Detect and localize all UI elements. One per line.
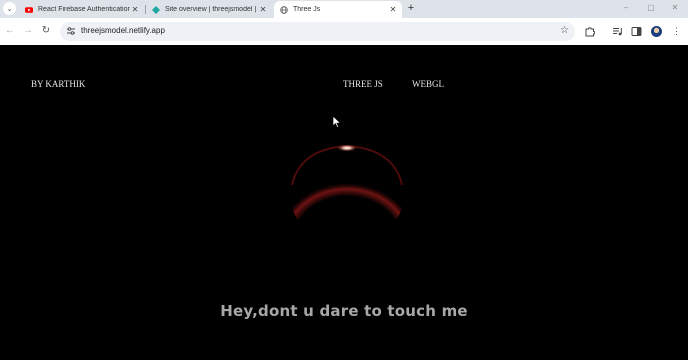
close-tab-icon[interactable]: ✕ <box>130 5 140 14</box>
extensions-icon[interactable] <box>584 26 595 37</box>
tab-react-firebase[interactable]: React Firebase Authentication ✕ <box>19 1 144 18</box>
tab-title: Site overview | threejsmodel | N <box>165 6 258 13</box>
nav-link-three-js[interactable]: THREE JS <box>343 79 383 89</box>
close-window-icon[interactable]: ✕ <box>669 3 681 12</box>
page-viewport: BY KARTHIK THREE JS WEBGL Hey,dont u dar… <box>0 45 688 360</box>
tab-site-overview[interactable]: Site overview | threejsmodel | N ✕ <box>146 1 272 18</box>
site-info-icon[interactable] <box>66 26 76 36</box>
forward-icon[interactable]: → <box>22 25 34 37</box>
browser-toolbar: ← → ↻ threejsmodel.netlify.app ☆ ⋮ <box>0 18 688 45</box>
close-tab-icon[interactable]: ✕ <box>388 5 398 14</box>
brand-logo-text[interactable]: BY KARTHIK <box>31 79 85 89</box>
reload-icon[interactable]: ↻ <box>40 25 52 37</box>
address-bar[interactable]: threejsmodel.netlify.app ☆ <box>60 22 575 41</box>
netlify-icon <box>152 5 160 14</box>
new-tab-button[interactable]: + <box>405 2 417 14</box>
side-panel-icon[interactable] <box>631 26 642 37</box>
tab-title: Three Js <box>293 6 321 13</box>
close-tab-icon[interactable]: ✕ <box>258 5 268 14</box>
hero-headline: Hey,dont u dare to touch me <box>220 302 468 320</box>
tab-three-js[interactable]: Three Js ✕ <box>274 1 402 18</box>
maximize-icon[interactable]: ▢ <box>645 3 657 12</box>
mouse-cursor-icon <box>333 116 341 128</box>
tab-strip: ⌄ React Firebase Authentication ✕ Site o… <box>0 0 688 18</box>
globe-icon <box>280 5 288 14</box>
nav-link-webgl[interactable]: WEBGL <box>412 79 444 89</box>
media-controls-icon[interactable] <box>612 26 623 37</box>
url-text: threejsmodel.netlify.app <box>81 26 165 35</box>
profile-avatar[interactable] <box>651 26 662 37</box>
minimize-icon[interactable]: – <box>620 3 632 12</box>
tab-search-button[interactable]: ⌄ <box>3 2 16 15</box>
bookmark-star-icon[interactable]: ☆ <box>560 25 569 37</box>
tab-title: React Firebase Authentication <box>38 6 130 13</box>
more-menu-icon[interactable]: ⋮ <box>671 26 682 37</box>
back-icon[interactable]: ← <box>4 25 16 37</box>
red-sphere[interactable] <box>289 143 405 243</box>
youtube-icon <box>25 6 33 13</box>
